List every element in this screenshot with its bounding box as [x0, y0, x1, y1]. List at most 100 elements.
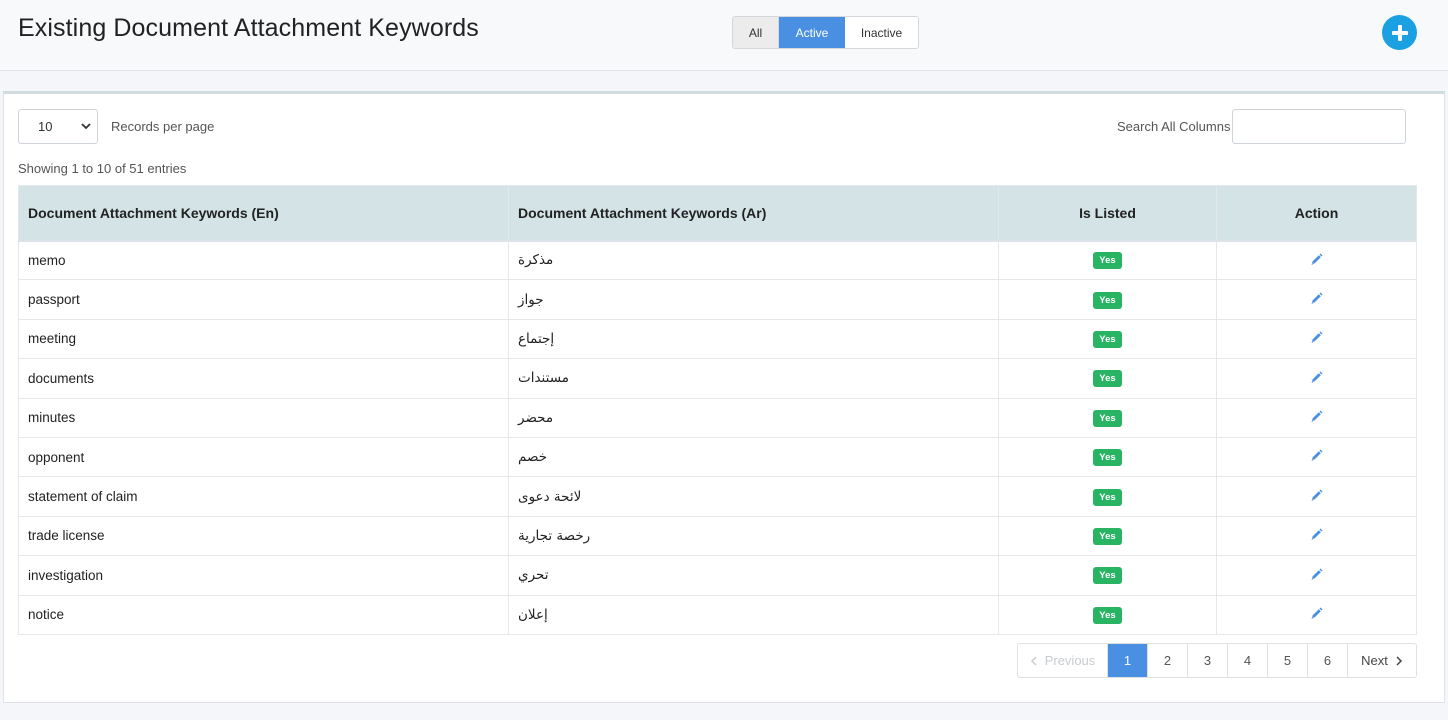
table-row: notice إعلان Yes	[18, 594, 1417, 635]
records-per-page-label: Records per page	[111, 119, 215, 134]
filter-inactive-button[interactable]: Inactive	[845, 17, 918, 48]
page-button[interactable]: 2	[1148, 644, 1188, 677]
previous-page-button[interactable]: Previous	[1018, 644, 1108, 677]
next-page-label: Next	[1361, 653, 1388, 668]
table-row: passport جواز Yes	[18, 279, 1417, 320]
status-badge: Yes	[1093, 449, 1122, 467]
pencil-icon[interactable]	[1310, 528, 1323, 544]
table-row: documents مستندات Yes	[18, 358, 1417, 399]
keywords-table: Document Attachment Keywords (En) Docume…	[18, 185, 1417, 635]
keyword-ar-cell: محضر	[508, 397, 999, 438]
pencil-icon[interactable]	[1310, 253, 1323, 269]
entries-summary: Showing 1 to 10 of 51 entries	[18, 161, 187, 176]
keyword-en-cell: statement of claim	[18, 476, 509, 517]
status-badge: Yes	[1093, 330, 1122, 348]
column-header-action: Action	[1216, 185, 1417, 241]
keyword-ar-cell: مذكرة	[508, 239, 999, 281]
page-title: Existing Document Attachment Keywords	[18, 14, 479, 42]
column-header-listed[interactable]: Is Listed	[998, 185, 1217, 241]
previous-page-label: Previous	[1044, 653, 1096, 668]
keyword-ar-cell: جواز	[508, 279, 999, 320]
is-listed-cell: Yes	[998, 594, 1217, 635]
column-header-en[interactable]: Document Attachment Keywords (En)	[18, 185, 509, 241]
action-cell	[1216, 476, 1417, 517]
status-badge: Yes	[1093, 527, 1122, 545]
is-listed-cell: Yes	[998, 476, 1217, 517]
page-button[interactable]: 1	[1108, 644, 1148, 677]
page-button[interactable]: 5	[1268, 644, 1308, 677]
action-cell	[1216, 515, 1417, 557]
action-cell	[1216, 397, 1417, 438]
search-input[interactable]	[1232, 109, 1406, 144]
pencil-icon[interactable]	[1310, 489, 1323, 505]
filter-all-button[interactable]: All	[733, 17, 779, 48]
status-badge: Yes	[1093, 291, 1122, 309]
is-listed-cell: Yes	[998, 515, 1217, 557]
is-listed-cell: Yes	[998, 397, 1217, 438]
table-body: memo مذكرة Yes passport جواز Yes meeting إجتماع…	[18, 239, 1417, 635]
keyword-en-cell: memo	[18, 239, 509, 281]
status-badge: Yes	[1093, 370, 1122, 388]
table-row: meeting إجتماع Yes	[18, 318, 1417, 360]
records-per-page-select[interactable]: 10	[18, 109, 98, 144]
keyword-ar-cell: تحري	[508, 555, 999, 596]
table-row: memo مذكرة Yes	[18, 239, 1417, 281]
keyword-en-cell: notice	[18, 594, 509, 635]
page-button[interactable]: 6	[1308, 644, 1348, 677]
pagination: Previous 1 2 3 4 5 6 Next	[1017, 643, 1417, 678]
page-header: Existing Document Attachment Keywords Al…	[0, 0, 1448, 71]
pencil-icon[interactable]	[1310, 410, 1323, 426]
status-badge: Yes	[1093, 606, 1122, 624]
status-badge: Yes	[1093, 409, 1122, 427]
action-cell	[1216, 436, 1417, 478]
status-badge: Yes	[1093, 252, 1122, 270]
page-button[interactable]: 3	[1188, 644, 1228, 677]
pencil-icon[interactable]	[1310, 607, 1323, 623]
is-listed-cell: Yes	[998, 279, 1217, 320]
is-listed-cell: Yes	[998, 555, 1217, 596]
table-row: statement of claim لائحة دعوى Yes	[18, 476, 1417, 517]
keyword-ar-cell: لائحة دعوى	[508, 476, 999, 517]
pencil-icon[interactable]	[1310, 292, 1323, 308]
action-cell	[1216, 239, 1417, 281]
is-listed-cell: Yes	[998, 239, 1217, 281]
filter-active-button[interactable]: Active	[779, 17, 845, 48]
add-keyword-button[interactable]	[1382, 15, 1417, 50]
chevron-right-icon	[1396, 655, 1402, 666]
keyword-ar-cell: إجتماع	[508, 318, 999, 360]
page-button[interactable]: 4	[1228, 644, 1268, 677]
next-page-button[interactable]: Next	[1348, 644, 1416, 677]
pencil-icon[interactable]	[1310, 568, 1323, 584]
keyword-en-cell: minutes	[18, 397, 509, 438]
table-header-row: Document Attachment Keywords (En) Docume…	[18, 185, 1417, 241]
keyword-en-cell: documents	[18, 358, 509, 399]
keyword-en-cell: opponent	[18, 436, 509, 478]
action-cell	[1216, 594, 1417, 635]
pencil-icon[interactable]	[1310, 331, 1323, 347]
keyword-en-cell: passport	[18, 279, 509, 320]
table-row: trade license رخصة تجارية Yes	[18, 515, 1417, 557]
status-badge: Yes	[1093, 488, 1122, 506]
keyword-en-cell: meeting	[18, 318, 509, 360]
table-row: investigation تحري Yes	[18, 555, 1417, 596]
search-label: Search All Columns	[1117, 119, 1231, 134]
keyword-ar-cell: خصم	[508, 436, 999, 478]
keyword-ar-cell: مستندات	[508, 358, 999, 399]
pencil-icon[interactable]	[1310, 371, 1323, 387]
table-row: opponent خصم Yes	[18, 436, 1417, 478]
action-cell	[1216, 555, 1417, 596]
keyword-ar-cell: رخصة تجارية	[508, 515, 999, 557]
action-cell	[1216, 318, 1417, 360]
is-listed-cell: Yes	[998, 358, 1217, 399]
table-row: minutes محضر Yes	[18, 397, 1417, 438]
action-cell	[1216, 279, 1417, 320]
chevron-down-icon	[81, 123, 91, 130]
is-listed-cell: Yes	[998, 436, 1217, 478]
keyword-en-cell: investigation	[18, 555, 509, 596]
pencil-icon[interactable]	[1310, 449, 1323, 465]
status-badge: Yes	[1093, 567, 1122, 585]
records-per-page-value: 10	[38, 119, 53, 134]
action-cell	[1216, 358, 1417, 399]
plus-circle-icon	[1391, 24, 1408, 41]
column-header-ar[interactable]: Document Attachment Keywords (Ar)	[508, 185, 999, 241]
